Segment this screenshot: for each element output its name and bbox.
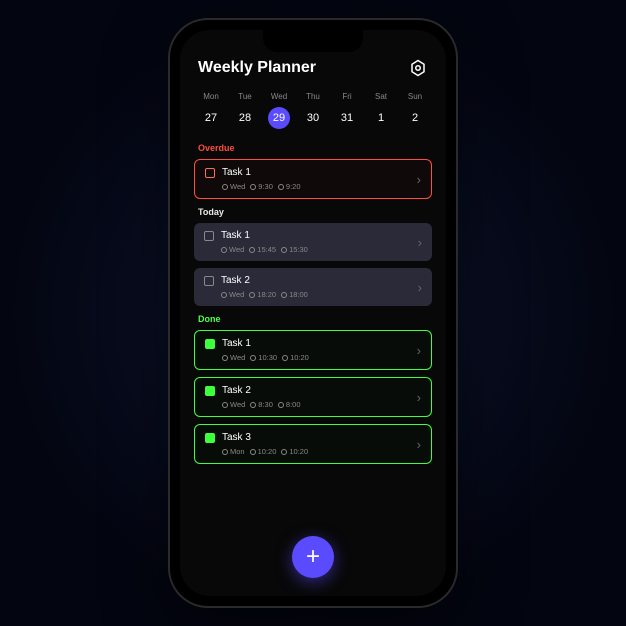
- task-content: Task 1 Wed 10:30 10:20: [205, 338, 417, 362]
- page-title: Weekly Planner: [198, 59, 316, 77]
- clock-icon: [249, 247, 255, 253]
- task-checkbox[interactable]: [205, 386, 215, 396]
- day-label: Sat: [375, 92, 387, 101]
- section-label-overdue: Overdue: [194, 143, 432, 153]
- clock-icon: [250, 184, 256, 190]
- clock-icon: [250, 449, 256, 455]
- task-checkbox[interactable]: [204, 276, 214, 286]
- task-card[interactable]: Task 2 Wed 8:30 8:00›: [194, 377, 432, 417]
- day-label: Tue: [238, 92, 252, 101]
- task-checkbox[interactable]: [205, 433, 215, 443]
- day-number: 27: [200, 107, 222, 129]
- task-name: Task 1: [221, 230, 250, 241]
- clock-icon: [278, 184, 284, 190]
- task-card[interactable]: Task 1 Wed 15:45 15:30›: [194, 223, 432, 261]
- calendar-icon: [222, 355, 228, 361]
- task-meta: Mon 10:20 10:20: [222, 447, 417, 456]
- day-label: Wed: [271, 92, 287, 101]
- chevron-right-icon: ›: [417, 172, 421, 187]
- day-fri[interactable]: Fri 31: [332, 92, 362, 129]
- clock-icon: [278, 402, 284, 408]
- chevron-right-icon: ›: [417, 437, 421, 452]
- task-checkbox[interactable]: [205, 168, 215, 178]
- calendar-icon: [222, 184, 228, 190]
- header: Weekly Planner: [194, 58, 432, 78]
- calendar-icon: [222, 402, 228, 408]
- task-checkbox[interactable]: [204, 231, 214, 241]
- chevron-right-icon: ›: [418, 280, 422, 295]
- section-overdue: Overdue Task 1 Wed 9:30 9:20›: [194, 143, 432, 199]
- plus-icon: +: [306, 543, 320, 571]
- task-name: Task 1: [222, 338, 251, 349]
- clock-icon: [282, 355, 288, 361]
- task-meta: Wed 8:30 8:00: [222, 400, 417, 409]
- chevron-right-icon: ›: [418, 235, 422, 250]
- phone-frame: Weekly Planner Mon 27 Tue 28 Wed 29 Thu 30 Fri 31…: [168, 18, 458, 608]
- day-number: 30: [302, 107, 324, 129]
- calendar-icon: [221, 292, 227, 298]
- task-meta: Wed 10:30 10:20: [222, 353, 417, 362]
- day-number: 29: [268, 107, 290, 129]
- task-content: Task 2 Wed 8:30 8:00: [205, 385, 417, 409]
- day-thu[interactable]: Thu 30: [298, 92, 328, 129]
- day-sat[interactable]: Sat 1: [366, 92, 396, 129]
- day-label: Sun: [408, 92, 422, 101]
- day-number: 31: [336, 107, 358, 129]
- day-number: 1: [370, 107, 392, 129]
- section-label-done: Done: [194, 314, 432, 324]
- clock-icon: [281, 292, 287, 298]
- day-sun[interactable]: Sun 2: [400, 92, 430, 129]
- day-number: 2: [404, 107, 426, 129]
- day-label: Thu: [306, 92, 320, 101]
- clock-icon: [250, 402, 256, 408]
- clock-icon: [281, 247, 287, 253]
- task-card[interactable]: Task 3 Mon 10:20 10:20›: [194, 424, 432, 464]
- task-meta: Wed 15:45 15:30: [221, 245, 418, 254]
- week-selector: Mon 27 Tue 28 Wed 29 Thu 30 Fri 31 Sat 1 Sun 2: [194, 92, 432, 129]
- calendar-icon: [221, 247, 227, 253]
- day-label: Mon: [203, 92, 219, 101]
- task-card[interactable]: Task 1 Wed 10:30 10:20›: [194, 330, 432, 370]
- section-today: TodayTask 1 Wed 15:45 15:30›Task 2 Wed 1…: [194, 207, 432, 306]
- clock-icon: [281, 449, 287, 455]
- task-checkbox[interactable]: [205, 339, 215, 349]
- day-number: 28: [234, 107, 256, 129]
- chevron-right-icon: ›: [417, 390, 421, 405]
- task-content: Task 1 Wed 9:30 9:20: [205, 167, 417, 191]
- day-tue[interactable]: Tue 28: [230, 92, 260, 129]
- task-meta: Wed 18:20 18:00: [221, 290, 418, 299]
- clock-icon: [249, 292, 255, 298]
- task-card[interactable]: Task 1 Wed 9:30 9:20›: [194, 159, 432, 199]
- settings-icon[interactable]: [408, 58, 428, 78]
- phone-notch: [263, 30, 363, 52]
- task-name: Task 2: [222, 385, 251, 396]
- calendar-icon: [222, 449, 228, 455]
- clock-icon: [250, 355, 256, 361]
- task-meta: Wed 9:30 9:20: [222, 182, 417, 191]
- section-done: DoneTask 1 Wed 10:30 10:20›Task 2 Wed 8:…: [194, 314, 432, 464]
- add-task-button[interactable]: +: [292, 536, 334, 578]
- section-label-today: Today: [194, 207, 432, 217]
- day-mon[interactable]: Mon 27: [196, 92, 226, 129]
- chevron-right-icon: ›: [417, 343, 421, 358]
- app-screen: Weekly Planner Mon 27 Tue 28 Wed 29 Thu 30 Fri 31…: [180, 30, 446, 596]
- task-content: Task 2 Wed 18:20 18:00: [204, 275, 418, 299]
- task-content: Task 3 Mon 10:20 10:20: [205, 432, 417, 456]
- task-name: Task 1: [222, 167, 251, 178]
- task-name: Task 3: [222, 432, 251, 443]
- task-content: Task 1 Wed 15:45 15:30: [204, 230, 418, 254]
- day-label: Fri: [342, 92, 351, 101]
- task-name: Task 2: [221, 275, 250, 286]
- day-wed[interactable]: Wed 29: [264, 92, 294, 129]
- task-card[interactable]: Task 2 Wed 18:20 18:00›: [194, 268, 432, 306]
